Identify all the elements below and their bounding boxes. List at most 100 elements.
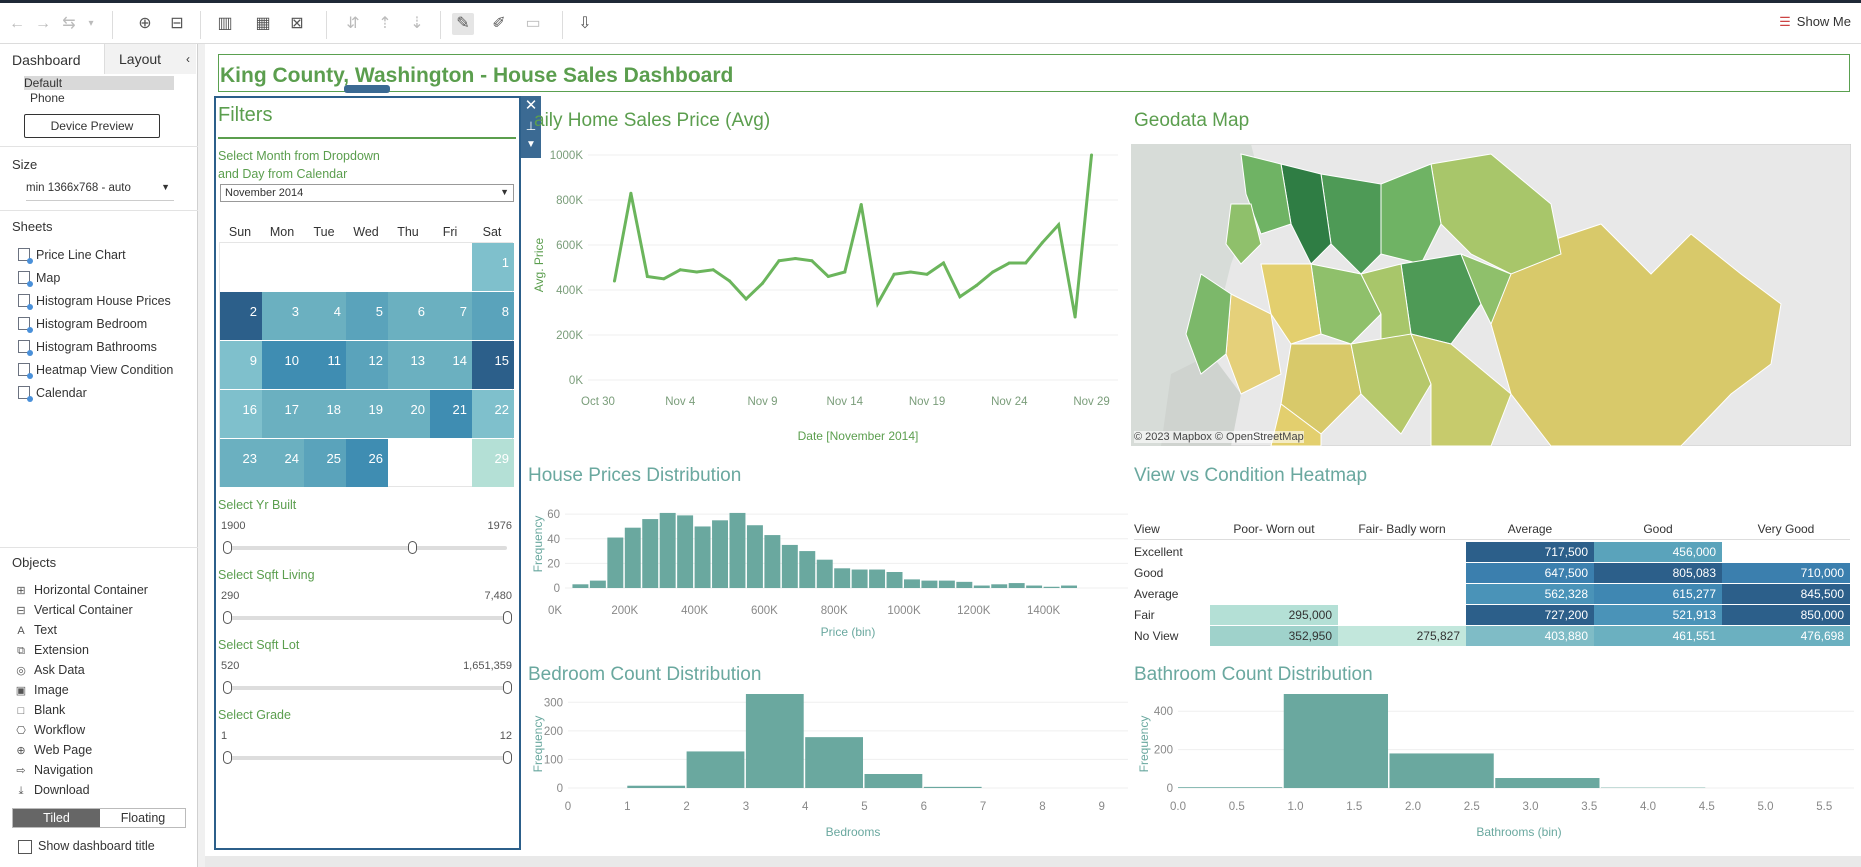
grade-slider[interactable] [222,751,512,765]
sort-descending-icon[interactable]: ⇣ [406,13,428,35]
heatmap-cell[interactable]: 805,083 [1594,563,1722,583]
collapse-icon[interactable]: ‹ [186,44,190,74]
new-sheet-icon[interactable]: ▥ [214,13,236,35]
object-item[interactable]: ⧉ Extension [14,643,89,658]
heatmap-cell[interactable]: 476,698 [1722,626,1850,646]
heatmap-cell[interactable]: 562,328 [1466,584,1594,604]
sheet-item[interactable]: Price Line Chart [18,248,126,264]
sqft-lot-slider[interactable] [222,681,512,695]
tab-dashboard[interactable]: Dashboard [12,48,81,72]
object-item[interactable]: ◎ Ask Data [14,663,85,677]
device-phone[interactable]: Phone [30,91,65,105]
clear-sheet-icon[interactable]: ⊠ [286,13,308,35]
calendar-day[interactable]: 8 [472,292,514,340]
calendar-day[interactable]: 12 [346,341,388,389]
slider-handle-max[interactable] [407,541,417,554]
sheet-item[interactable]: Histogram Bedroom [18,317,147,333]
object-item[interactable]: ⎔ Workflow [14,723,85,737]
calendar-day[interactable]: 17 [262,390,304,438]
floating-button[interactable]: Floating [100,809,186,827]
heatmap-cell[interactable]: 521,913 [1594,605,1722,625]
sort-ascending-icon[interactable]: ⇡ [374,13,396,35]
heatmap-cell[interactable]: 275,827 [1338,626,1466,646]
calendar-day[interactable]: 23 [220,439,262,487]
calendar-day[interactable]: 2 [220,292,262,340]
calendar-day[interactable]: 15 [472,341,514,389]
show-me-button[interactable]: ☰ Show Me [1779,14,1851,30]
calendar-day[interactable]: 11 [304,341,346,389]
sheet-item[interactable]: Map [18,271,60,287]
slider-handle-max[interactable] [503,681,512,694]
slider-handle-max[interactable] [503,751,512,764]
slider-handle-max[interactable] [503,611,512,624]
calendar-day[interactable]: 5 [346,292,388,340]
sheet-item[interactable]: Histogram Bathrooms [18,340,157,356]
show-title-checkbox[interactable] [18,840,32,854]
month-dropdown[interactable]: November 2014 ▼ [220,184,514,202]
annotate-icon[interactable]: ✐ [488,13,510,35]
device-default[interactable]: Default [24,76,174,90]
object-item[interactable]: ⊕ Web Page [14,743,92,757]
present-icon[interactable]: ⇩ [574,13,596,35]
object-item[interactable]: ⤓ Download [14,783,90,798]
slider-handle-min[interactable] [223,751,232,764]
calendar-day[interactable]: 24 [262,439,304,487]
duplicate-sheet-icon[interactable]: ▦ [252,13,274,35]
yr-built-slider[interactable] [222,541,512,555]
heatmap-cell[interactable]: 727,200 [1466,605,1594,625]
calendar-day[interactable]: 9 [220,341,262,389]
calendar-day[interactable]: 1 [472,243,514,291]
heatmap-cell[interactable]: 647,500 [1466,563,1594,583]
replay-dropdown-icon[interactable]: ▾ [80,13,102,35]
heatmap-cell[interactable]: 295,000 [1210,605,1338,625]
calendar-day[interactable]: 20 [388,390,430,438]
calendar-day[interactable]: 13 [388,341,430,389]
sheet-item[interactable]: Histogram House Prices [18,294,171,310]
sheet-item[interactable]: Calendar [18,386,87,402]
calendar-day[interactable]: 26 [346,439,388,487]
device-preview-button[interactable]: Device Preview [24,114,160,138]
drag-handle[interactable] [344,85,390,93]
size-dropdown[interactable]: min 1366x768 - auto ▼ [26,182,174,201]
heatmap-cell[interactable]: 845,500 [1722,584,1850,604]
calendar-day[interactable]: 7 [430,292,472,340]
fit-icon[interactable]: ▭ [522,13,544,35]
heatmap-cell[interactable]: 403,880 [1466,626,1594,646]
slider-handle-min[interactable] [223,681,232,694]
calendar-day[interactable]: 21 [430,390,472,438]
object-item[interactable]: ▣ Image [14,683,69,697]
tiled-button[interactable]: Tiled [13,809,100,827]
calendar-day[interactable]: 3 [262,292,304,340]
heatmap-cell[interactable]: 461,551 [1594,626,1722,646]
calendar-day[interactable]: 10 [262,341,304,389]
sheet-item[interactable]: Heatmap View Condition [18,363,173,379]
heatmap-cell[interactable]: 615,277 [1594,584,1722,604]
redo-icon[interactable]: → [32,13,54,35]
calendar-day[interactable]: 6 [388,292,430,340]
replay-icon[interactable]: ⇆ [58,13,80,35]
calendar-day[interactable]: 14 [430,341,472,389]
calendar-day[interactable]: 19 [346,390,388,438]
calendar-day[interactable]: 25 [304,439,346,487]
calendar-day[interactable]: 22 [472,390,514,438]
object-item[interactable]: ⊞ Horizontal Container [14,583,148,597]
swap-icon[interactable]: ⇵ [342,13,364,35]
heatmap-cell[interactable]: 850,000 [1722,605,1850,625]
sqft-living-slider[interactable] [222,611,512,625]
slider-handle-min[interactable] [223,541,232,554]
highlight-icon[interactable]: ✎ [452,13,474,35]
undo-icon[interactable]: ← [6,13,28,35]
calendar-day[interactable]: 16 [220,390,262,438]
calendar-day[interactable]: 29 [472,439,514,487]
geodata-map[interactable] [1131,144,1851,446]
tab-layout[interactable]: Layout ‹ [104,44,196,74]
object-item[interactable]: ⊟ Vertical Container [14,603,132,617]
heatmap-cell[interactable]: 352,950 [1210,626,1338,646]
calendar-day[interactable]: 4 [304,292,346,340]
heatmap-cell[interactable]: 717,500 [1466,542,1594,562]
slider-handle-min[interactable] [223,611,232,624]
object-item[interactable]: A Text [14,623,57,637]
heatmap-cell[interactable]: 456,000 [1594,542,1722,562]
new-data-source-icon[interactable]: ⊕ [134,13,156,35]
heatmap-cell[interactable]: 710,000 [1722,563,1850,583]
